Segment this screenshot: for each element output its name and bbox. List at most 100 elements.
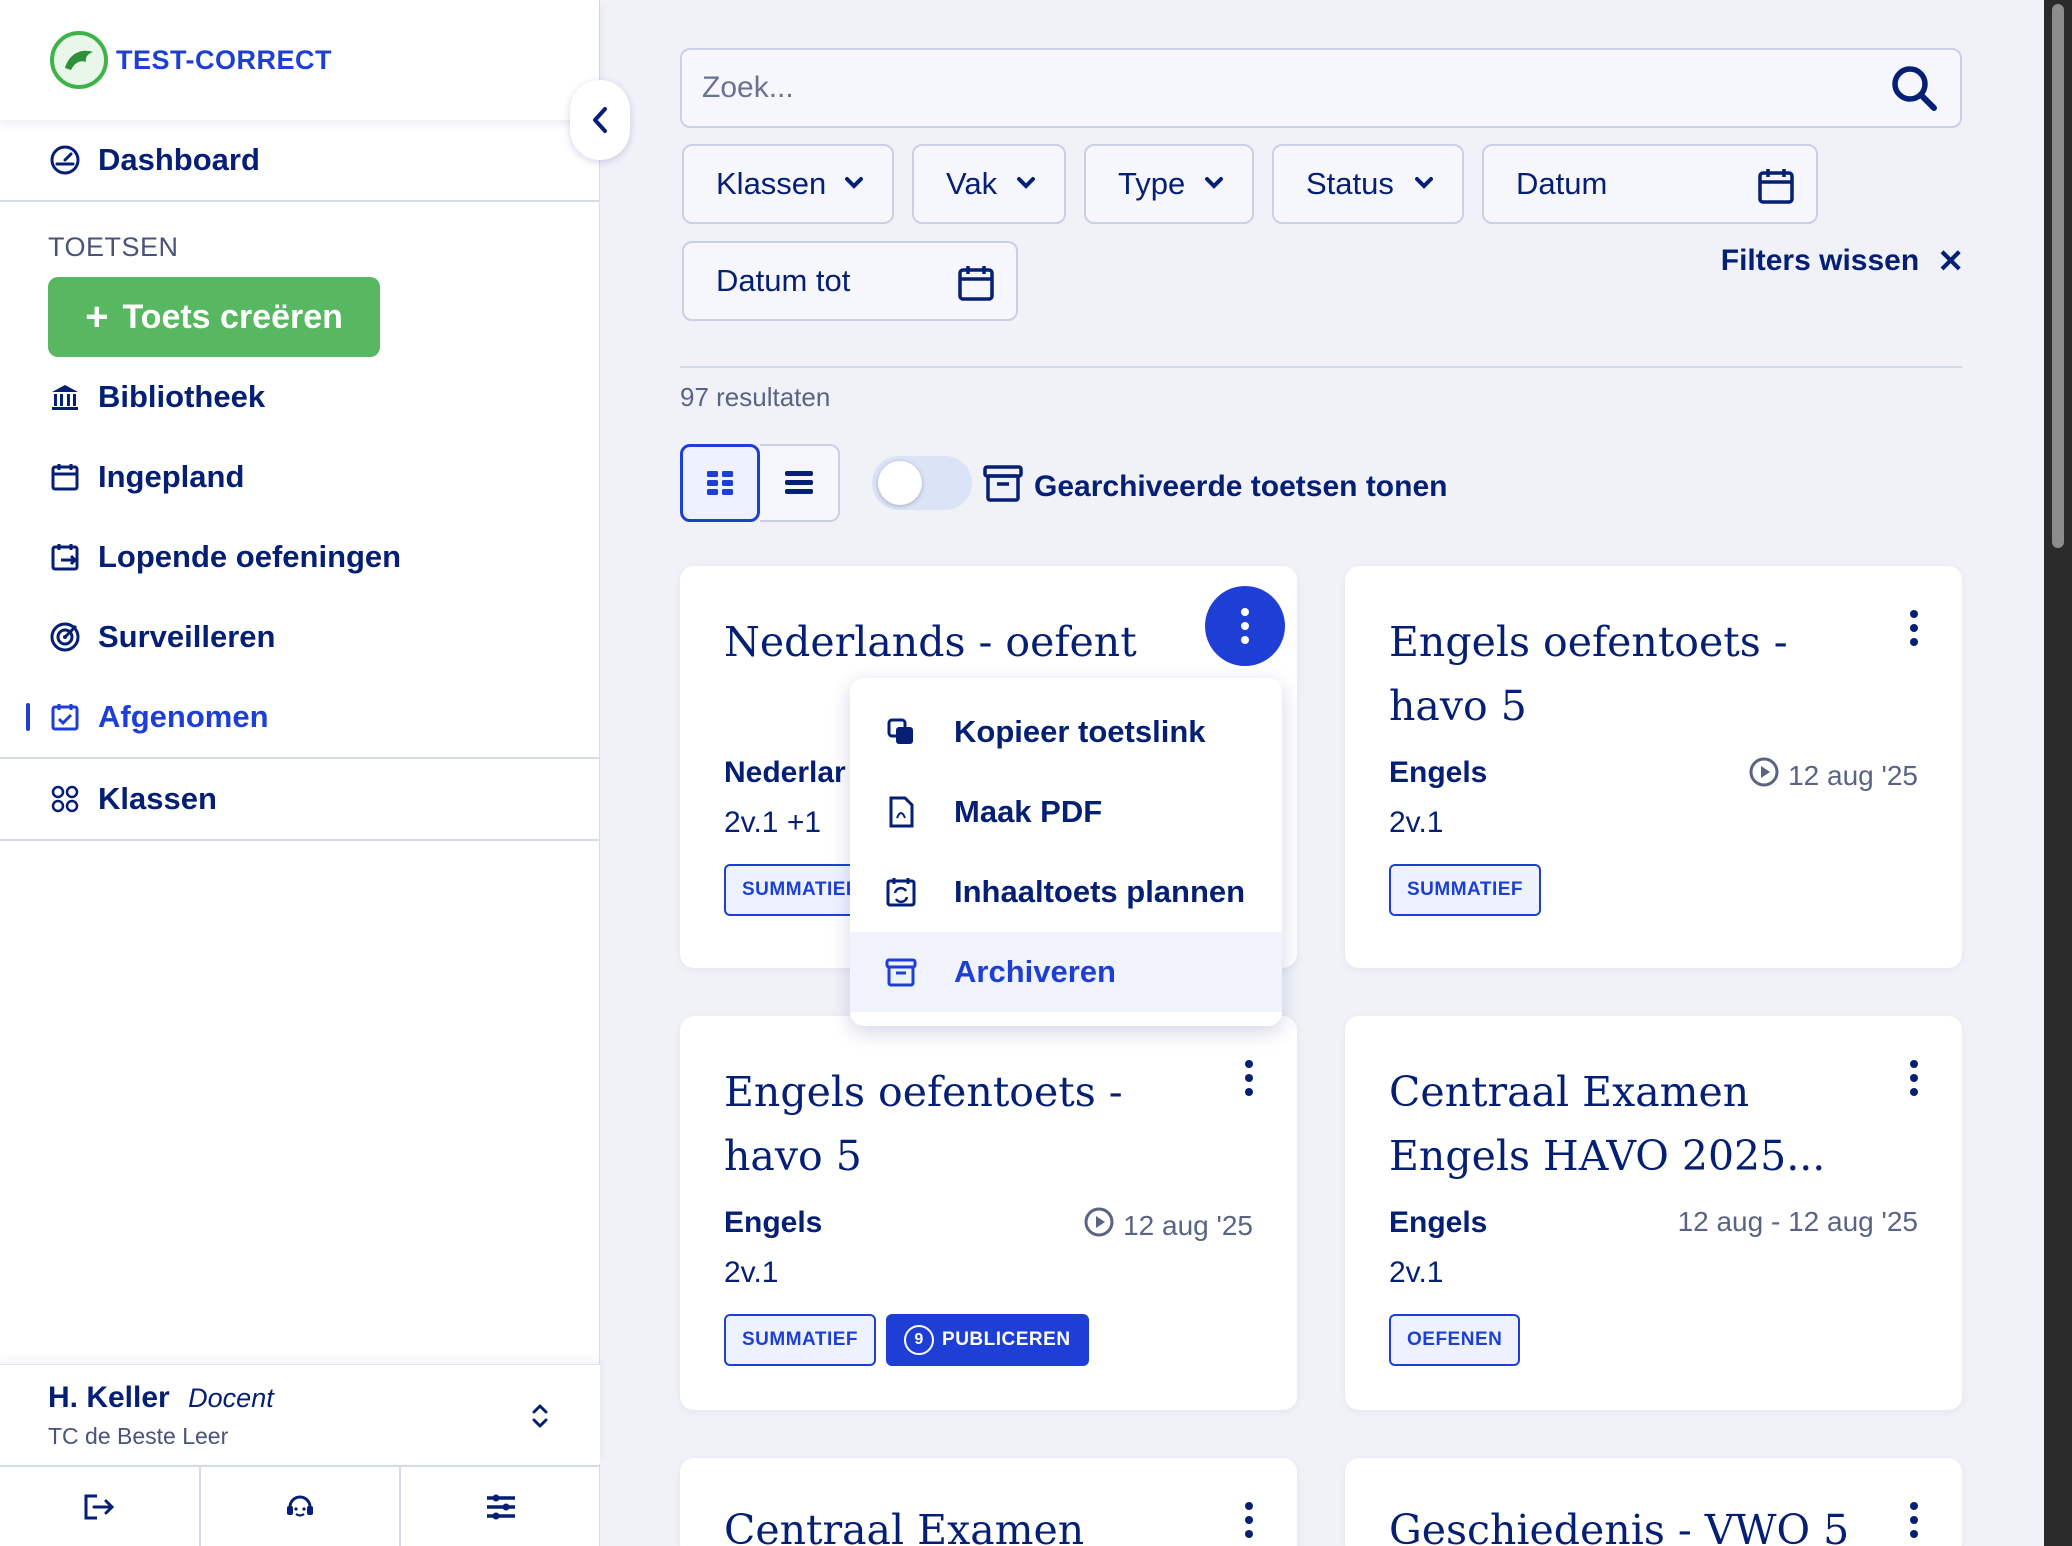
card-title: Centraal Examen xyxy=(724,1506,1085,1546)
copy-icon xyxy=(884,717,918,747)
sidebar-item-dashboard[interactable]: Dashboard xyxy=(0,120,599,200)
grid-icon xyxy=(707,471,733,495)
filter-status[interactable]: Status xyxy=(1272,144,1464,224)
card-title: Nederlands - oefent xyxy=(724,618,1137,666)
filter-datum-tot[interactable]: Datum tot xyxy=(682,241,1018,321)
menu-item-label: Inhaaltoets plannen xyxy=(954,874,1246,909)
search-bar[interactable] xyxy=(680,48,1962,128)
toggle-knob xyxy=(878,461,922,505)
section-label: TOETSEN xyxy=(48,232,179,262)
user-name: H. Keller xyxy=(48,1381,170,1414)
sidebar-item-klassen[interactable]: Klassen xyxy=(0,759,599,839)
filter-klassen[interactable]: Klassen xyxy=(682,144,894,224)
collapse-sidebar-button[interactable] xyxy=(570,80,630,160)
type-badge: OEFENEN xyxy=(1389,1314,1521,1366)
sidebar-item-label: Ingepland xyxy=(98,459,245,494)
test-card[interactable]: Engels oefentoets - havo 5 Engels 12 aug… xyxy=(680,1016,1297,1410)
support-button[interactable] xyxy=(198,1467,400,1546)
close-icon: ✕ xyxy=(1937,243,1964,279)
calendar-refresh-icon xyxy=(884,876,918,908)
sidebar-item-bibliotheek[interactable]: Bibliotheek xyxy=(0,357,599,437)
sidebar-item-label: Klassen xyxy=(98,781,217,816)
sidebar-item-surveilleren[interactable]: Surveilleren xyxy=(0,597,599,677)
user-switcher[interactable]: H. Keller Docent TC de Beste Leer xyxy=(0,1364,600,1464)
card-context-menu: Kopieer toetslink Maak PDF Inhaaltoets p… xyxy=(850,678,1282,1026)
card-date-text: 12 aug - 12 aug '25 xyxy=(1677,1206,1918,1237)
test-card[interactable]: Engels oefentoets - havo 5 Engels 12 aug… xyxy=(1345,566,1962,968)
card-options-button[interactable] xyxy=(1904,606,1924,650)
grid-view-button[interactable] xyxy=(680,444,760,522)
gauge-icon xyxy=(48,143,82,177)
search-icon[interactable] xyxy=(1888,62,1940,114)
archived-toggle[interactable] xyxy=(872,456,972,510)
test-card[interactable]: Centraal Examen xyxy=(680,1458,1297,1546)
sidebar-item-afgenomen[interactable]: Afgenomen xyxy=(0,677,599,757)
card-subject: Engels xyxy=(1389,1206,1488,1239)
play-circle-icon xyxy=(1748,756,1780,795)
menu-item-make-pdf[interactable]: Maak PDF xyxy=(850,772,1282,852)
menu-item-label: Kopieer toetslink xyxy=(954,714,1206,749)
sidebar-item-ingepland[interactable]: Ingepland xyxy=(0,437,599,517)
user-role: Docent xyxy=(188,1383,274,1413)
publish-button[interactable]: 9 PUBLICEREN xyxy=(886,1314,1089,1366)
sidebar-item-lopende-oefeningen[interactable]: Lopende oefeningen xyxy=(0,517,599,597)
sidebar-item-label: Dashboard xyxy=(98,142,260,177)
filter-label: Type xyxy=(1118,166,1186,201)
publish-count-icon: 9 xyxy=(904,1325,935,1355)
chevron-down-icon xyxy=(1415,177,1433,189)
logout-button[interactable] xyxy=(0,1467,199,1546)
test-card[interactable]: Centraal Examen Engels HAVO 2025... Enge… xyxy=(1345,1016,1962,1410)
logo-text: TEST-CORRECT xyxy=(116,44,333,75)
divider xyxy=(680,366,1962,368)
card-options-button[interactable] xyxy=(1205,586,1285,666)
card-date: 12 aug '25 xyxy=(1748,756,1918,795)
card-options-button[interactable] xyxy=(1904,1498,1924,1542)
card-date: 12 aug - 12 aug '25 xyxy=(1678,1206,1918,1238)
filter-label: Datum xyxy=(1516,166,1608,201)
results-count: 97 resultaten xyxy=(680,382,831,412)
card-date-text: 12 aug '25 xyxy=(1123,1209,1253,1241)
archive-icon xyxy=(982,462,1024,512)
archive-icon xyxy=(884,956,918,988)
view-toggle xyxy=(680,444,840,522)
card-classes: 2v.1 xyxy=(724,1256,779,1289)
chevron-up-down-icon[interactable] xyxy=(530,1401,550,1436)
type-badge: SUMMATIEF xyxy=(724,1314,877,1366)
filter-vak[interactable]: Vak xyxy=(912,144,1066,224)
calendar-icon xyxy=(48,460,82,494)
scrollbar[interactable] xyxy=(2044,0,2072,1546)
chevron-down-icon xyxy=(845,177,863,189)
card-subject: Nederlar xyxy=(724,756,846,789)
sidebar: TEST-CORRECT Dashboard TOETSEN + Toets c… xyxy=(0,0,630,1546)
create-test-label: Toets creëren xyxy=(122,297,343,336)
clear-filters-button[interactable]: Filters wissen ✕ xyxy=(1721,242,1964,280)
menu-item-archive[interactable]: Archiveren xyxy=(850,932,1282,1012)
settings-button[interactable] xyxy=(399,1467,600,1546)
menu-item-label: Archiveren xyxy=(954,954,1116,989)
card-classes: 2v.1 xyxy=(1389,1256,1444,1289)
filter-type[interactable]: Type xyxy=(1084,144,1254,224)
logo-bar: TEST-CORRECT xyxy=(0,0,599,120)
calendar-icon xyxy=(958,266,994,301)
create-test-button[interactable]: + Toets creëren xyxy=(48,277,380,357)
menu-item-plan-retake[interactable]: Inhaaltoets plannen xyxy=(850,852,1282,932)
card-options-button[interactable] xyxy=(1239,1056,1259,1100)
archived-toggle-text: Gearchiveerde toetsen tonen xyxy=(1034,470,1448,503)
card-options-button[interactable] xyxy=(1904,1056,1924,1100)
card-subject: Engels xyxy=(724,1206,823,1239)
card-title: Engels oefentoets - havo 5 xyxy=(1389,618,1788,730)
card-badges: OEFENEN xyxy=(1389,1314,1530,1366)
search-input[interactable] xyxy=(702,71,1888,105)
archived-toggle-label[interactable]: Gearchiveerde toetsen tonen xyxy=(982,462,1447,512)
test-card[interactable]: Geschiedenis - VWO 5 xyxy=(1345,1458,1962,1546)
sidebar-item-label: Afgenomen xyxy=(98,699,269,734)
filter-datum[interactable]: Datum xyxy=(1482,144,1818,224)
list-view-button[interactable] xyxy=(760,444,840,522)
card-options-button[interactable] xyxy=(1239,1498,1259,1542)
scrollbar-thumb[interactable] xyxy=(2052,4,2064,548)
calendar-arrow-icon xyxy=(48,540,82,574)
menu-item-copy-link[interactable]: Kopieer toetslink xyxy=(850,692,1282,772)
play-circle-icon xyxy=(1083,1206,1115,1245)
sidebar-item-label: Lopende oefeningen xyxy=(98,539,402,574)
type-badge: SUMMATIEF xyxy=(1389,864,1542,916)
